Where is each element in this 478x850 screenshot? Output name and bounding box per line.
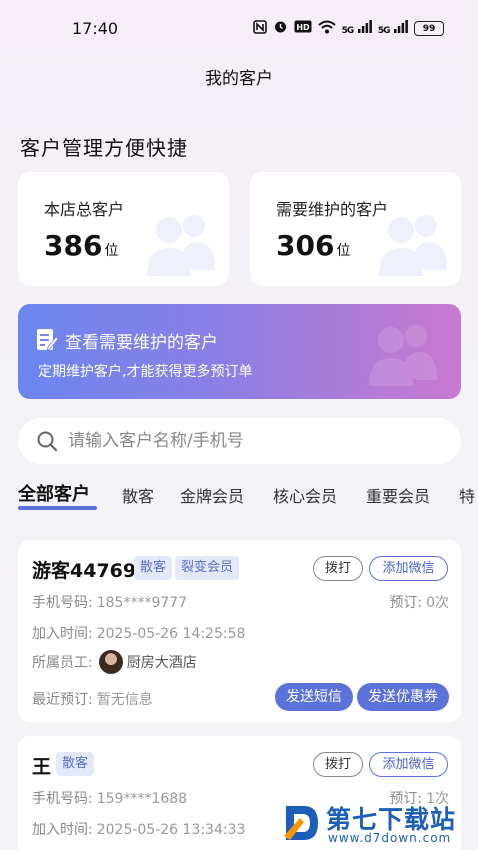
maintain-customers-value: 306 位	[276, 229, 350, 262]
tab-important-member[interactable]: 重要会员	[366, 483, 430, 507]
send-coupon-button[interactable]: 发送优惠券	[357, 683, 449, 711]
status-icons: HD 5G 5G 99	[252, 19, 444, 38]
section-title: 客户管理方便快捷	[20, 136, 188, 160]
phone-row: 手机号码: 185****9777	[32, 592, 187, 612]
recent-booking-label: 最近预订:	[32, 692, 93, 708]
customer-tag: 散客	[134, 556, 173, 580]
signal-5g-icon: 5G	[378, 20, 408, 37]
search-icon	[37, 431, 58, 452]
booking-count: 0次	[426, 595, 449, 611]
alarm-icon	[273, 19, 288, 38]
customer-type-tabs: 全部客户 散客 金牌会员 核心会员 重要会员 特	[0, 478, 478, 516]
phone-label: 手机号码:	[32, 595, 93, 611]
users-icon	[379, 215, 447, 276]
tab-special[interactable]: 特	[459, 483, 475, 507]
total-customers-number: 386	[44, 229, 103, 262]
phone-value: 185****9777	[96, 595, 188, 611]
hd-label: HD	[296, 23, 310, 32]
join-label: 加入时间:	[32, 822, 93, 838]
customer-tag: 裂变会员	[175, 556, 240, 580]
site-watermark: 第七下载站 www.d7down.com	[282, 796, 478, 850]
tab-all-customers[interactable]: 全部客户	[18, 480, 90, 506]
hd-icon: HD	[294, 20, 312, 37]
recent-booking-value: 暂无信息	[96, 692, 153, 708]
banner-subtitle: 定期维护客户,才能获得更多预订单	[38, 364, 253, 380]
status-bar: 17:40 HD 5G 5G 99	[0, 0, 478, 58]
call-button[interactable]: 拨打	[313, 752, 363, 777]
nfc-icon	[252, 19, 267, 38]
maintain-customers-number: 306	[276, 229, 335, 262]
watermark-logo-icon	[284, 806, 318, 840]
total-customers-label: 本店总客户	[44, 200, 125, 219]
tab-gold-member[interactable]: 金牌会员	[180, 483, 244, 507]
employee-label: 所属员工:	[32, 655, 93, 671]
phone-value: 159****1688	[96, 791, 188, 807]
join-time: 2025-05-26 13:34:33	[96, 822, 246, 838]
search-input[interactable]	[68, 418, 448, 464]
banner-title: 查看需要维护的客户	[65, 333, 218, 353]
call-button[interactable]: 拨打	[313, 556, 363, 581]
page-title: 我的客户	[205, 69, 273, 89]
join-label: 加入时间:	[32, 626, 93, 642]
recent-booking-row: 最近预订: 暂无信息	[32, 689, 153, 709]
wifi-icon	[317, 20, 336, 38]
employee-avatar	[98, 650, 123, 674]
booking-label: 预订:	[389, 595, 423, 611]
add-wechat-button[interactable]: 添加微信	[369, 752, 448, 777]
battery-icon: 99	[414, 21, 444, 36]
customer-tag: 散客	[56, 752, 95, 776]
phone-row: 手机号码: 159****1688	[32, 788, 187, 808]
employee-name: 厨房大酒店	[126, 655, 197, 671]
join-time-row: 加入时间: 2025-05-26 13:34:33	[32, 819, 245, 839]
join-time: 2025-05-26 14:25:58	[96, 626, 246, 642]
users-icon	[147, 215, 215, 276]
customer-card[interactable]: 游客44769 散客 裂变会员 拨打 添加微信 手机号码: 185****9777…	[18, 540, 461, 722]
users-icon	[369, 325, 437, 386]
total-customers-card[interactable]: 本店总客户 386 位	[18, 172, 229, 286]
maintain-customers-card[interactable]: 需要维护的客户 306 位	[250, 172, 461, 286]
total-customers-value: 386 位	[44, 229, 118, 262]
status-time: 17:40	[72, 19, 119, 38]
phone-label: 手机号码:	[32, 791, 93, 807]
signal-5g-icon: 5G	[342, 20, 372, 37]
customer-name: 王	[32, 756, 52, 778]
join-time-row: 加入时间: 2025-05-26 14:25:58	[32, 623, 245, 643]
network-label: 5G	[377, 26, 391, 36]
network-label: 5G	[341, 26, 355, 36]
booking-count-row: 预订: 0次	[389, 592, 449, 612]
edit-document-icon	[37, 329, 58, 351]
watermark-url: www.d7down.com	[328, 831, 452, 845]
employee-row: 所属员工: 厨房大酒店	[32, 650, 197, 674]
add-wechat-button[interactable]: 添加微信	[369, 556, 448, 581]
customer-name: 游客44769	[32, 560, 137, 582]
send-sms-button[interactable]: 发送短信	[275, 683, 353, 711]
maintain-customers-unit: 位	[336, 243, 351, 259]
tab-walk-in[interactable]: 散客	[122, 483, 154, 507]
search-bar[interactable]	[18, 418, 461, 464]
tab-core-member[interactable]: 核心会员	[273, 483, 337, 507]
active-tab-indicator	[18, 506, 97, 510]
total-customers-unit: 位	[104, 243, 119, 259]
maintain-customers-banner[interactable]: 查看需要维护的客户 定期维护客户,才能获得更多预订单	[18, 304, 461, 399]
